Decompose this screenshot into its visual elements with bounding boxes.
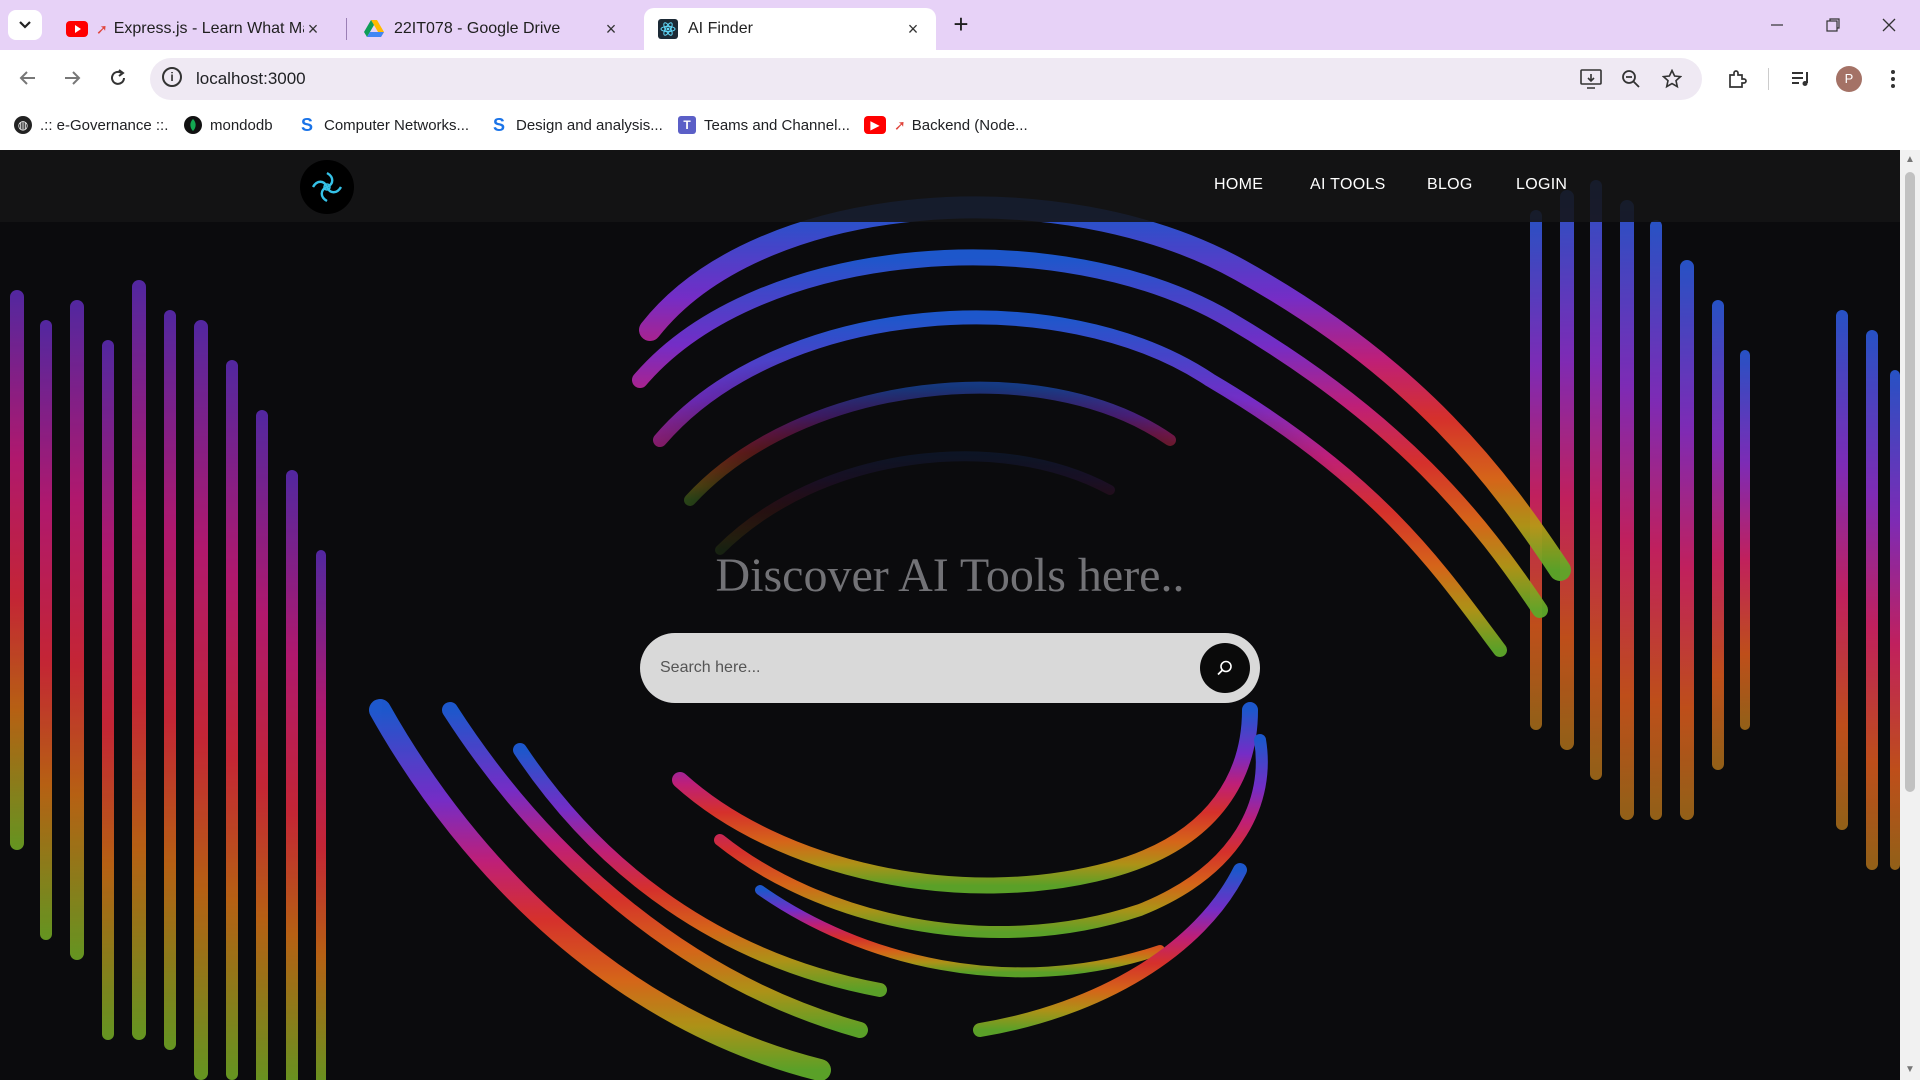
bookmark-design-analysis[interactable]: S Design and analysis... <box>490 114 663 136</box>
bookmark-label: Computer Networks... <box>324 116 470 134</box>
rocket-icon: ➚ <box>894 116 906 133</box>
tab-title: Express.js - Learn What Mat <box>113 20 304 37</box>
reload-button[interactable] <box>104 64 132 92</box>
search-input[interactable] <box>660 652 1180 684</box>
nav-login[interactable]: LOGIN <box>1516 176 1567 194</box>
youtube-icon <box>66 21 88 37</box>
tab-title: AI Finder <box>688 20 753 37</box>
bookmark-teams[interactable]: T Teams and Channel... <box>678 114 850 136</box>
scrollbar-thumb[interactable] <box>1905 172 1915 792</box>
site-logo[interactable] <box>300 160 354 214</box>
close-window-icon[interactable] <box>1876 12 1902 38</box>
globe-icon: ◍ <box>14 116 32 134</box>
nav-home[interactable]: HOME <box>1214 176 1263 194</box>
site-navbar <box>0 150 1900 222</box>
rocket-icon: ➚ <box>96 20 108 37</box>
react-icon <box>658 19 678 39</box>
close-icon[interactable]: × <box>304 19 322 39</box>
mongodb-leaf-icon <box>184 116 202 134</box>
url-text[interactable]: localhost:3000 <box>196 69 306 89</box>
tab-title: 22IT078 - Google Drive <box>394 20 561 37</box>
bookmark-mondodb[interactable]: mondodb <box>184 114 273 136</box>
tab-google-drive[interactable]: 22IT078 - Google Drive × <box>350 8 634 50</box>
media-controls-icon[interactable] <box>1788 66 1814 92</box>
address-bar[interactable] <box>150 58 1702 100</box>
close-icon[interactable]: × <box>602 19 620 39</box>
hero-background-art <box>10 180 1900 1080</box>
chevron-down-icon <box>19 21 31 29</box>
google-drive-icon <box>364 20 384 37</box>
extensions-icon[interactable] <box>1724 66 1750 92</box>
minimize-icon[interactable] <box>1764 12 1790 38</box>
new-tab-button[interactable]: + <box>948 11 974 38</box>
back-button[interactable] <box>14 64 42 92</box>
toolbar-divider <box>1768 68 1769 90</box>
restore-icon[interactable] <box>1820 12 1846 38</box>
tab-express[interactable]: ➚ Express.js - Learn What Mat × <box>52 8 336 50</box>
profile-avatar[interactable]: P <box>1836 66 1862 92</box>
s-logo-icon: S <box>492 114 505 135</box>
tab-divider <box>346 18 347 40</box>
hero-title: Discover AI Tools here.. <box>715 549 1185 602</box>
bookmark-label: .:: e-Governance ::. <box>40 116 169 134</box>
bookmark-label: Design and analysis... <box>516 116 663 134</box>
arrow-left-icon <box>19 71 35 85</box>
search-button[interactable] <box>1200 643 1250 693</box>
bookmark-label: Teams and Channel... <box>704 116 850 134</box>
page-viewport <box>0 150 1900 1080</box>
scroll-up-arrow-icon[interactable]: ▲ <box>1903 154 1917 166</box>
reload-icon <box>111 69 125 85</box>
install-app-icon[interactable] <box>1578 66 1604 92</box>
tab-ai-finder[interactable]: AI Finder × <box>644 8 936 50</box>
forward-button[interactable] <box>58 64 86 92</box>
bookmark-backend-node[interactable]: ▶ ➚ Backend (Node... <box>864 114 1028 136</box>
search-icon <box>1217 660 1232 676</box>
kebab-menu-icon[interactable] <box>1880 66 1906 92</box>
bookmark-label: mondodb <box>210 116 273 134</box>
scroll-down-arrow-icon[interactable]: ▼ <box>1903 1064 1917 1076</box>
bookmark-label: Backend (Node... <box>911 116 1028 134</box>
youtube-icon: ▶ <box>864 116 886 134</box>
teams-icon: T <box>678 116 696 134</box>
tab-search-button[interactable] <box>8 10 42 40</box>
zoom-icon[interactable] <box>1618 66 1644 92</box>
bookmark-star-icon[interactable] <box>1659 66 1685 92</box>
logo-icon <box>311 171 343 203</box>
s-logo-icon: S <box>300 114 313 135</box>
bookmark-computer-networks[interactable]: S Computer Networks... <box>298 114 469 136</box>
nav-blog[interactable]: BLOG <box>1427 176 1473 194</box>
close-icon[interactable]: × <box>904 19 922 39</box>
site-info-icon[interactable]: i <box>162 67 182 87</box>
arrow-right-icon <box>65 71 81 85</box>
bookmark-e-governance[interactable]: ◍ .:: e-Governance ::. <box>14 114 168 136</box>
nav-ai-tools[interactable]: AI TOOLS <box>1310 176 1386 194</box>
